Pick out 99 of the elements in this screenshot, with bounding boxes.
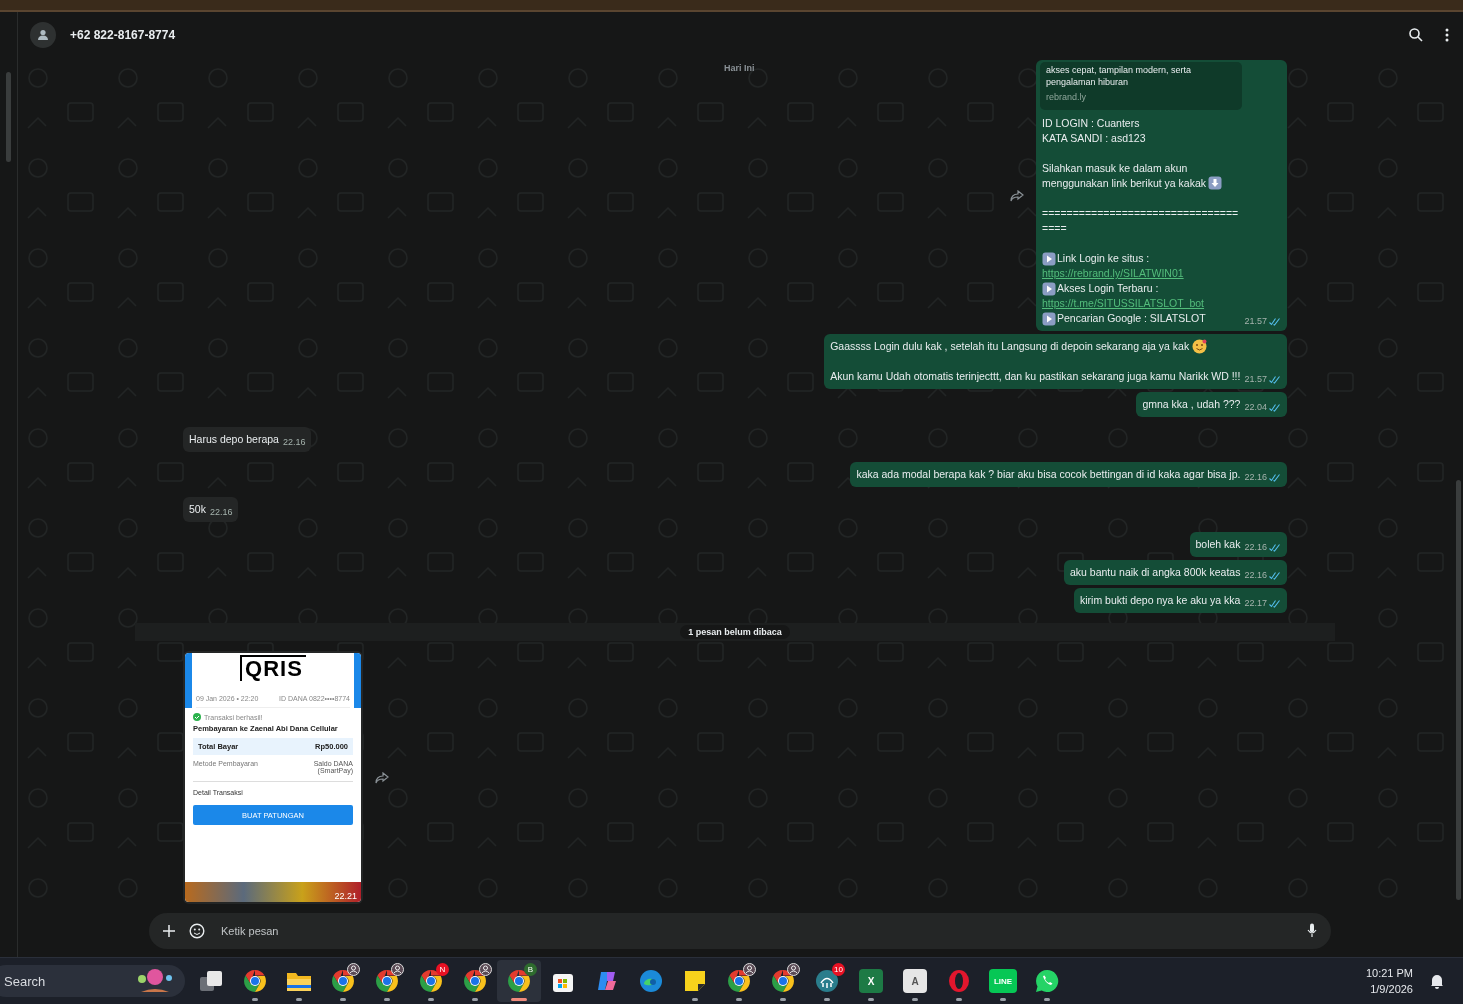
running-indicator — [472, 998, 478, 1001]
taskbar-app-button[interactable]: A — [893, 960, 937, 1002]
running-indicator — [340, 998, 346, 1001]
message-time: 22.17 — [1244, 597, 1267, 610]
contact-name[interactable]: +62 822-8167-8774 — [70, 28, 1395, 42]
preview-domain: rebrand.ly — [1046, 91, 1088, 104]
copilot-icon — [595, 969, 619, 993]
running-indicator — [692, 998, 698, 1001]
running-indicator — [868, 998, 874, 1001]
clock-time: 10:21 PM — [1365, 966, 1413, 981]
chrome-icon — [243, 969, 267, 993]
message-time: 22.16 — [282, 436, 306, 449]
link-preview[interactable]: akses cepat, tampilan modern, serta pengalaman hiburan rebrand.ly — [1040, 62, 1243, 110]
message-text: boleh kak — [1195, 537, 1241, 552]
chrome-icon — [463, 969, 487, 993]
bell-icon[interactable] — [1429, 973, 1445, 989]
message-text: ID LOGIN : Cuanters — [1042, 116, 1141, 131]
message-field[interactable]: Ketik pesan — [149, 912, 1331, 949]
message-time: 22.16 — [1244, 471, 1267, 484]
qris-logo: QRIS — [240, 655, 306, 681]
search-field[interactable]: Search — [0, 965, 185, 997]
clock[interactable]: 10:21 PM 1/9/2026 — [1365, 965, 1413, 997]
message-text: gmna kka , udah ??? — [1142, 397, 1241, 412]
message-text: 50k — [189, 502, 206, 517]
running-indicator — [296, 998, 302, 1001]
chrome-icon — [419, 969, 443, 993]
running-indicator — [956, 998, 962, 1001]
running-indicator — [384, 998, 390, 1001]
scrollbar-thumb[interactable] — [6, 72, 11, 162]
preview-description: akses cepat, tampilan modern, serta pengalaman hiburan — [1046, 64, 1193, 88]
message-text: Gaassss Login dulu kak , setelah itu Langsung di depoin sekarang aja ya kak — [830, 339, 1190, 354]
chrome-icon — [375, 969, 399, 993]
keyboard-icon: A — [903, 969, 927, 993]
running-indicator — [912, 998, 918, 1001]
message-text: KATA SANDI : asd123 — [1042, 131, 1147, 146]
sticky-note-icon — [684, 970, 706, 992]
message-text: Pencarian Google : SILATSLOT — [1057, 311, 1206, 326]
chrome-icon — [771, 969, 795, 993]
microphone-icon[interactable] — [1307, 923, 1317, 938]
message-text: Akses Login Terbaru : — [1057, 281, 1159, 296]
taskbar-app-button[interactable]: 10 — [805, 960, 849, 1002]
play-emoji-icon — [1042, 311, 1056, 326]
menu-icon[interactable] — [1445, 28, 1449, 42]
edge-icon — [639, 969, 663, 993]
clock-date: 1/9/2026 — [1370, 982, 1413, 997]
running-indicator — [824, 998, 830, 1001]
message-text: kaka ada modal berapa kak ? biar aku bisa cocok bettingan di id kaka agar bisa jp. — [856, 467, 1241, 482]
date-label: Hari Ini — [724, 63, 755, 73]
forward-icon[interactable] — [375, 771, 389, 784]
message-text: aku bantu naik di angka 800k keatas — [1070, 565, 1241, 580]
forward-icon[interactable] — [1010, 189, 1024, 202]
play-emoji-icon — [1042, 251, 1056, 266]
plus-icon[interactable] — [163, 924, 175, 937]
running-indicator — [1044, 998, 1050, 1001]
badge: N — [436, 963, 449, 976]
unread-label: 1 pesan belum dibaca — [680, 625, 790, 639]
message-time: 22.21 — [334, 891, 357, 901]
excel-icon: X — [859, 969, 883, 993]
message-time: 21.57 — [1244, 373, 1267, 386]
message-link[interactable]: https://rebrand.ly/SILATWIN01 — [1042, 266, 1241, 281]
message-text: Link Login ke situs : — [1057, 251, 1150, 266]
running-indicator — [511, 998, 527, 1001]
search-icon[interactable] — [1409, 28, 1423, 42]
message-time: 22.16 — [1244, 569, 1267, 582]
message-text: Silahkan masuk ke dalam akun menggunakan link berikut ya kakak — [1042, 161, 1241, 191]
message-text: ==================================== — [1042, 206, 1240, 236]
check-icon — [193, 713, 201, 721]
whatsapp-icon — [1034, 968, 1060, 994]
message-link[interactable]: https://t.me/SITUSSILATSLOT_bot — [1042, 296, 1241, 311]
windows-icon — [199, 970, 223, 992]
contact-avatar[interactable] — [30, 22, 56, 48]
chrome-icon — [507, 969, 531, 993]
running-indicator — [736, 998, 742, 1001]
running-indicator — [1000, 998, 1006, 1001]
badge: B — [524, 963, 537, 976]
taskbar-app-button[interactable]: B — [497, 960, 541, 1002]
message-time: 22.16 — [1244, 541, 1267, 554]
running-indicator — [252, 998, 258, 1001]
badge: 10 — [832, 963, 845, 976]
opera-icon — [947, 969, 971, 993]
message-text: kirim bukti depo nya ke aku ya kka — [1079, 593, 1241, 608]
message-text: Akun kamu Udah otomatis terinjecttt, dan ku pastikan sekarang juga kamu Narikk WD !!! — [830, 369, 1241, 384]
scrollbar-thumb[interactable] — [1456, 480, 1461, 900]
message-time: 22.04 — [1244, 401, 1267, 414]
chrome-icon — [331, 969, 355, 993]
chrome-icon — [727, 969, 751, 993]
running-indicator — [780, 998, 786, 1001]
smiling-face-emoji-icon — [1192, 339, 1208, 354]
message-text: Harus depo berapa — [189, 432, 279, 447]
taskbar-app-button[interactable]: X — [849, 960, 893, 1002]
folder-icon — [286, 970, 312, 992]
message-input[interactable]: Ketik pesan — [219, 923, 1293, 938]
running-indicator — [428, 998, 434, 1001]
message-time: 22.16 — [209, 506, 233, 519]
taskbar-app-button[interactable]: N — [409, 960, 453, 1002]
down-arrow-emoji-icon — [1208, 176, 1222, 190]
message-time: 21.57 — [1244, 315, 1267, 328]
sticker-icon[interactable] — [189, 922, 205, 939]
play-emoji-icon — [1042, 281, 1056, 296]
